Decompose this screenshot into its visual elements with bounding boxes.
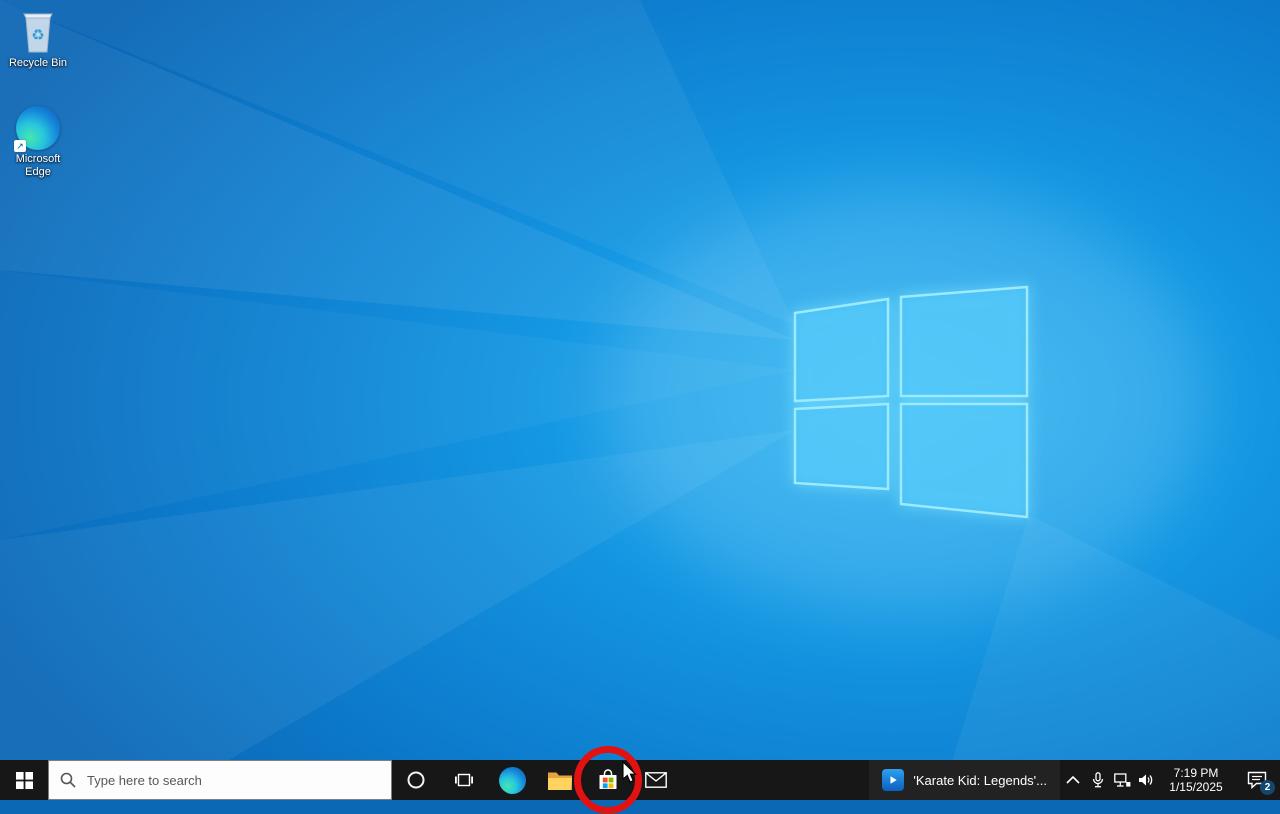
clock-time: 7:19 PM: [1173, 766, 1219, 780]
microphone-icon: [1092, 772, 1104, 788]
svg-text:♻: ♻: [31, 27, 44, 44]
task-view-icon: [455, 773, 473, 787]
wallpaper: [0, 0, 1280, 800]
logo-glow: [605, 185, 1205, 615]
network-icon: [1113, 772, 1130, 787]
media-title: 'Karate Kid: Legends'...: [913, 772, 1047, 788]
shortcut-arrow-icon: ↗: [14, 140, 26, 152]
file-explorer-icon: [548, 772, 572, 790]
search-icon: [60, 772, 76, 788]
desktop-icon-microsoft-edge[interactable]: ↗ Microsoft Edge: [2, 106, 74, 179]
mail-icon: [645, 772, 667, 788]
play-icon: [882, 769, 905, 791]
chevron-up-icon: [1066, 776, 1080, 784]
media-taskbar-button[interactable]: 'Karate Kid: Legends'...: [869, 760, 1060, 800]
volume-icon: [1139, 774, 1153, 786]
cortana-icon: [407, 771, 425, 789]
task-view-button[interactable]: [440, 760, 488, 800]
notification-badge: 2: [1260, 780, 1275, 795]
icon-label: Recycle Bin: [8, 57, 68, 69]
search-input[interactable]: [85, 771, 380, 789]
recycle-bin-icon: ♻: [23, 13, 53, 53]
edge-taskbar-button[interactable]: [488, 760, 536, 800]
hidden-icons-button[interactable]: [1060, 760, 1086, 800]
microphone-tray-button[interactable]: [1086, 760, 1110, 800]
microsoft-store-icon: [599, 769, 617, 789]
icon-label: Microsoft Edge: [15, 153, 61, 178]
network-tray-button[interactable]: [1110, 760, 1134, 800]
search-box[interactable]: [48, 760, 392, 800]
taskbar: 'Karate Kid: Legends'... 7:19 PM: [0, 760, 1280, 800]
mail-button[interactable]: [632, 760, 680, 800]
desktop-icon-recycle-bin[interactable]: ♻ Recycle Bin: [2, 8, 74, 70]
action-center-button[interactable]: 2: [1234, 760, 1280, 800]
start-button[interactable]: [0, 760, 48, 800]
microsoft-store-button[interactable]: [584, 760, 632, 800]
volume-tray-button[interactable]: [1134, 760, 1158, 800]
file-explorer-button[interactable]: [536, 760, 584, 800]
clock-date: 1/15/2025: [1169, 780, 1223, 794]
windows-flag-icon: [15, 771, 33, 789]
clock[interactable]: 7:19 PM 1/15/2025: [1158, 760, 1234, 800]
edge-icon: [498, 766, 526, 794]
cortana-button[interactable]: [392, 760, 440, 800]
